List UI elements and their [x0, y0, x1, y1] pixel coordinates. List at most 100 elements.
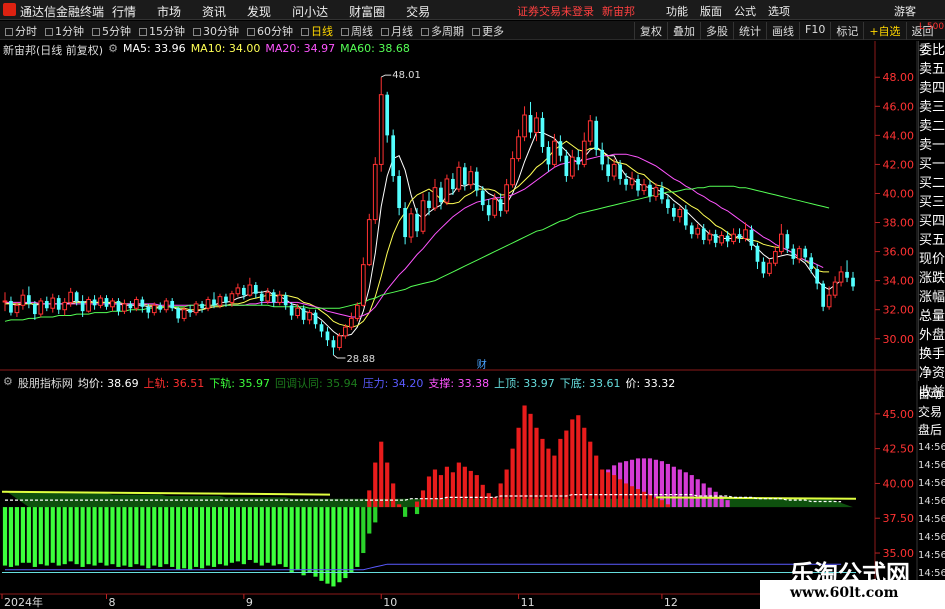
- candle-body-up: [98, 297, 103, 306]
- candle-body-down: [56, 298, 61, 310]
- high-price-label: 48.01: [392, 70, 421, 81]
- candle-body-up: [641, 184, 647, 192]
- candle-body-up: [181, 309, 187, 319]
- lower-rail-bar: [194, 507, 199, 567]
- candle-body-up: [832, 281, 838, 296]
- top-bar: [552, 455, 557, 508]
- candle-body-up: [247, 284, 253, 296]
- high-marker-line: [381, 74, 392, 78]
- top-bar: [480, 484, 485, 508]
- lower-rail-bar: [68, 507, 73, 562]
- candle-body-down: [624, 178, 628, 185]
- lower-rail-bar: [271, 507, 276, 566]
- trade-side-row-3: 14:56: [918, 442, 945, 453]
- candle-body-down: [851, 277, 855, 287]
- price-axes: 48.00 46.00 44.00 42.00 40.00 38.00 36.00 34.00…: [1, 71, 915, 609]
- support-bar: [671, 466, 676, 508]
- lower-rail-bar: [86, 507, 91, 565]
- lower-rail-bar: [414, 507, 420, 515]
- trade-side-row-9: 14:56: [918, 550, 945, 561]
- lower-rail-bar: [217, 507, 223, 565]
- top-bar: [588, 441, 593, 508]
- lower-rail-bar: [74, 507, 79, 565]
- candle-body-up: [778, 233, 784, 253]
- candle-body-down: [474, 171, 479, 191]
- date-tick-label: 11: [521, 596, 535, 609]
- quote-row-3: 卖三: [919, 100, 945, 115]
- top-bar: [576, 415, 581, 508]
- candle-body-down: [486, 205, 491, 216]
- lower-rail-bar: [14, 507, 20, 566]
- low-price-label: 28.88: [346, 354, 375, 365]
- lower-rail-bar: [349, 507, 354, 573]
- lower-rail-bar: [337, 507, 342, 583]
- indicator-tick-label: 45.00: [883, 408, 915, 421]
- candle-body-up: [277, 294, 283, 303]
- candle-body-up: [677, 208, 683, 218]
- lower-rail-bar: [158, 507, 163, 567]
- top-bar: [635, 489, 641, 508]
- lower-rail-bar: [128, 507, 133, 567]
- candle-body-down: [44, 300, 49, 309]
- lower-rail-bar: [355, 507, 360, 567]
- top-bar: [474, 475, 479, 508]
- candle-body-down: [176, 308, 181, 319]
- lower-rail-bar: [205, 507, 211, 566]
- lower-rail-bar: [253, 507, 258, 563]
- trade-side-row-0[interactable]: 自动: [918, 385, 945, 403]
- kline-chart[interactable]: 48.00 46.00 44.00 42.00 40.00 38.00 36.00 34.00…: [0, 0, 945, 609]
- lower-rail-bar: [373, 507, 378, 523]
- candle-body-up: [20, 294, 26, 306]
- candle-body-down: [427, 200, 431, 208]
- candle-body-down: [480, 190, 485, 206]
- candle-body-down: [648, 184, 652, 197]
- candle-body-down: [636, 178, 640, 191]
- top-bar: [504, 469, 509, 508]
- support-bar: [695, 479, 700, 508]
- candle-body-down: [325, 331, 330, 341]
- candle-body-up: [265, 291, 271, 302]
- candle-body-up: [444, 178, 450, 203]
- quote-row-14: 总量: [919, 309, 945, 324]
- candle-body-down: [761, 261, 766, 274]
- candle-body-up: [205, 299, 211, 309]
- candle-body-down: [791, 248, 796, 259]
- lower-rail-bar: [38, 507, 43, 565]
- top-bar: [414, 501, 420, 508]
- lower-rail-bar: [277, 507, 282, 565]
- candle-body-up: [522, 114, 527, 138]
- date-tick-label: 12: [664, 596, 678, 609]
- lower-rail-bar: [44, 507, 49, 566]
- candle-body-up: [516, 136, 521, 160]
- lower-rail-bar: [182, 507, 187, 569]
- candle-body-up: [163, 300, 169, 311]
- price-tick-label: 40.00: [883, 187, 915, 200]
- lower-rail-bar: [140, 507, 145, 566]
- top-bar: [540, 438, 545, 508]
- top-bar: [558, 438, 563, 508]
- lower-rail-bar: [295, 507, 300, 570]
- quote-row-0: 委比: [919, 43, 945, 58]
- candle-body-up: [337, 335, 342, 348]
- lower-rail-bar: [50, 507, 55, 563]
- lower-rail-bar: [104, 507, 109, 566]
- lower-rail-bar: [32, 507, 37, 567]
- candle-body-up: [62, 301, 68, 311]
- low-marker-line: [333, 354, 346, 359]
- candle-body-down: [128, 303, 133, 309]
- trade-side-row-2[interactable]: 盘后: [918, 421, 945, 439]
- candle-body-up: [50, 297, 56, 309]
- candle-body-down: [749, 229, 754, 246]
- candle-body-down: [32, 303, 37, 315]
- quote-row-15: 外盘: [919, 328, 945, 343]
- quote-side-panel: L 500 委比 卖五 卖四 卖三 卖二 卖一 买一 买二 买三 买四 买五 现价 涨跌 涨幅 总量 外盘 换手…: [918, 22, 945, 400]
- top-bar: [534, 427, 539, 508]
- trade-side-row-1[interactable]: 交易: [918, 403, 945, 421]
- lower-rail-bar: [289, 507, 294, 573]
- candle-body-up: [360, 264, 366, 306]
- finance-event-marker: 财: [477, 358, 487, 371]
- candle-body-up: [372, 163, 378, 221]
- candle-body-down: [528, 115, 533, 133]
- support-bar: [689, 475, 694, 508]
- lower-rail-bar: [56, 507, 61, 566]
